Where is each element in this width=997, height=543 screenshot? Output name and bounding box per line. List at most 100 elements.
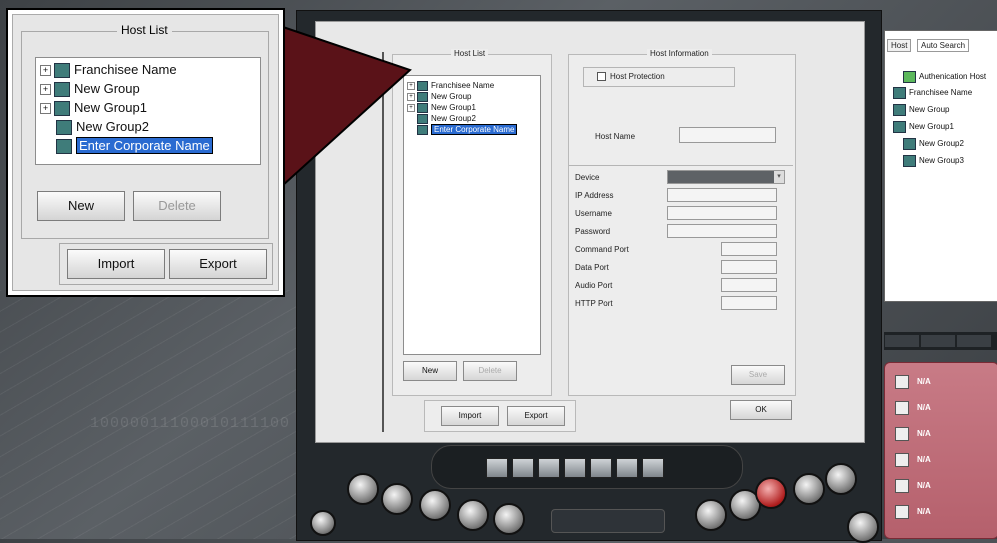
data-port-field[interactable] [721, 260, 777, 274]
callout-arrow [278, 24, 412, 188]
group-folder-icon [893, 104, 906, 116]
host-information-title: Host Information [647, 49, 712, 58]
zoom-new-button[interactable]: New [37, 191, 125, 221]
delete-button[interactable]: Delete [463, 361, 517, 381]
group-folder-icon [56, 139, 72, 155]
http-port-label: HTTP Port [575, 299, 613, 308]
host-information-group: Host Information Host Protection Host Na… [568, 49, 796, 396]
play-icon[interactable] [590, 458, 612, 478]
password-field[interactable] [667, 224, 777, 238]
settings-wrench-button[interactable] [793, 473, 825, 505]
checkbox-icon[interactable] [597, 72, 606, 82]
strip-button[interactable] [921, 335, 955, 347]
zoom-callout-panel: Host List + Franchisee Name + New Group + N… [12, 14, 279, 291]
rewind-icon[interactable] [642, 458, 664, 478]
tree-item-franchisee[interactable]: Franchisee Name [893, 87, 972, 99]
username-label: Username [575, 209, 612, 218]
tab-auto-search[interactable]: Auto Search [917, 39, 970, 52]
corporate-name-input[interactable]: Enter Corporate Name [431, 124, 518, 135]
data-port-label: Data Port [575, 263, 609, 272]
power-icon[interactable] [310, 510, 336, 536]
ip-address-field[interactable] [667, 188, 777, 202]
save-button[interactable]: Save [731, 365, 785, 385]
zoom-host-list-tree[interactable]: + Franchisee Name + New Group + New Group1 … [35, 57, 261, 165]
device-select[interactable]: ▾ [667, 170, 785, 184]
zoom-import-button[interactable]: Import [67, 249, 165, 279]
stop-icon[interactable] [486, 458, 508, 478]
zoom-export-button[interactable]: Export [169, 249, 267, 279]
strip-button[interactable] [957, 335, 991, 347]
group-folder-icon [54, 63, 70, 79]
zoom-callout: Host List + Franchisee Name + New Group + N… [6, 8, 285, 297]
username-field[interactable] [667, 206, 777, 220]
group-folder-icon [54, 101, 70, 117]
zoom-tree-item-corporate-edit[interactable]: Enter Corporate Name [56, 137, 213, 155]
info-button[interactable] [695, 499, 727, 531]
expand-icon[interactable]: + [40, 65, 51, 77]
group-folder-icon [903, 155, 916, 167]
export-button[interactable]: Export [507, 406, 565, 426]
background-binary-text: 10000011100010111100 [90, 415, 291, 432]
step-icon[interactable] [616, 458, 638, 478]
import-export-group: Import Export [424, 400, 576, 432]
group-folder-icon [54, 82, 70, 98]
record-button[interactable] [755, 477, 787, 509]
tree-item-franchisee[interactable]: + Franchisee Name [407, 80, 494, 91]
user-status-icon [895, 505, 909, 519]
command-port-field[interactable] [721, 242, 777, 256]
new-button[interactable]: New [403, 361, 457, 381]
layout-9-button[interactable] [381, 483, 413, 515]
tab-host[interactable]: Host [887, 39, 912, 52]
host-list-tree[interactable]: + Franchisee Name + New Group + New Group1 … [403, 75, 541, 355]
hdd-icon [895, 375, 909, 389]
host-name-label: Host Name [595, 132, 636, 141]
chevron-down-icon[interactable]: ▾ [774, 171, 784, 183]
status-row-record: N/A [895, 479, 931, 493]
record-status-icon [895, 479, 909, 493]
tree-item-new-group[interactable]: New Group [893, 104, 949, 116]
status-row-user: N/A [895, 505, 931, 519]
layout-4-button[interactable] [347, 473, 379, 505]
zoom-corporate-name-input[interactable]: Enter Corporate Name [76, 137, 213, 154]
zoom-tree-item-new-group1[interactable]: + New Group1 [40, 99, 147, 117]
device-label: Device [575, 173, 600, 182]
host-name-field[interactable] [679, 127, 776, 143]
host-protection-checkbox[interactable]: Host Protection [597, 72, 665, 82]
zoom-control-bar[interactable] [551, 509, 665, 533]
group-folder-icon [893, 87, 906, 99]
tree-item-new-group1[interactable]: New Group1 [893, 121, 954, 133]
disk-button[interactable] [847, 511, 879, 543]
channel-icon [895, 453, 909, 467]
zoom-delete-button[interactable]: Delete [133, 191, 221, 221]
http-port-field[interactable] [721, 296, 777, 310]
import-button[interactable]: Import [441, 406, 499, 426]
tree-item-new-group2[interactable]: New Group2 [903, 138, 964, 150]
tree-item-authentication-host[interactable]: Authenication Host [903, 71, 986, 83]
layout-grid-button[interactable] [493, 503, 525, 535]
audio-port-label: Audio Port [575, 281, 613, 290]
monitor-icon[interactable] [538, 458, 560, 478]
expand-icon[interactable]: + [40, 103, 51, 115]
group-folder-icon [903, 138, 916, 150]
layout-16-button[interactable] [457, 499, 489, 531]
tree-item-corporate-edit[interactable]: Enter Corporate Name [417, 124, 518, 135]
audio-port-field[interactable] [721, 278, 777, 292]
pause-icon[interactable] [564, 458, 586, 478]
snapshot-icon[interactable] [512, 458, 534, 478]
layout-single-button[interactable] [419, 489, 451, 521]
zoom-tree-item-new-group2[interactable]: New Group2 [56, 118, 149, 136]
host-list-title: Host List [451, 49, 489, 58]
host-green-icon [903, 71, 916, 83]
refresh-button[interactable] [825, 463, 857, 495]
ip-address-label: IP Address [575, 191, 614, 200]
tree-item-new-group2[interactable]: New Group2 [417, 113, 476, 124]
expand-icon[interactable]: + [40, 84, 51, 96]
zoom-tree-item-new-group[interactable]: + New Group [40, 80, 140, 98]
status-row-ip: N/A [895, 427, 931, 441]
ok-button[interactable]: OK [730, 400, 792, 420]
tree-item-new-group3[interactable]: New Group3 [903, 155, 964, 167]
status-row-channel: N/A [895, 453, 931, 467]
strip-button[interactable] [885, 335, 919, 347]
zoom-tree-item-franchisee[interactable]: + Franchisee Name [40, 61, 177, 79]
password-label: Password [575, 227, 611, 236]
